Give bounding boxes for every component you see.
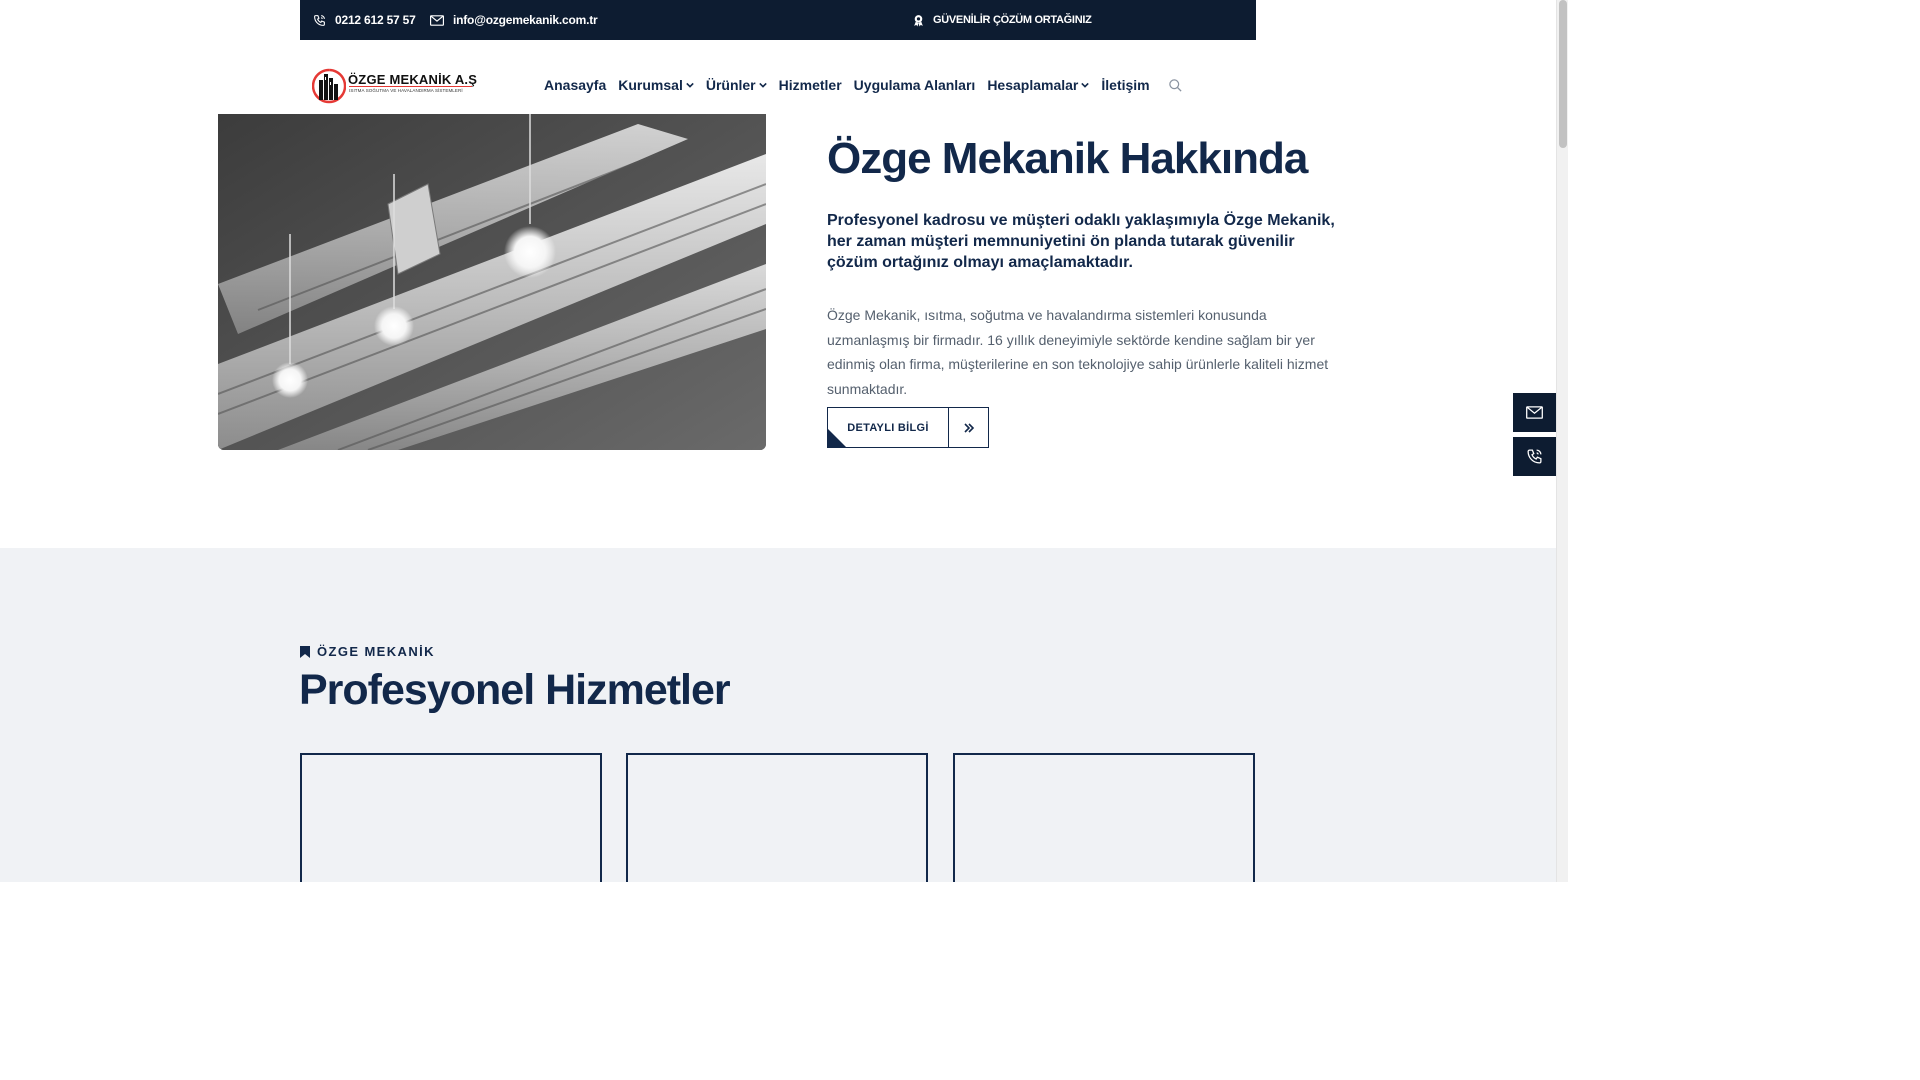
- ceiling-ducts-illustration: [218, 114, 766, 450]
- about-body: Özge Mekanik, ısıtma, soğutma ve havalan…: [827, 307, 1329, 397]
- mail-icon: [430, 14, 444, 26]
- logo-subtitle: ISITMA SOĞUTMA VE HAVALANDIRMA SİSTEMLER…: [349, 88, 463, 93]
- search-icon: [1168, 78, 1182, 92]
- about-image: [218, 114, 766, 450]
- top-bar: 0212 612 57 57 info@ozgemekanik.com.tr G…: [300, 0, 1256, 40]
- services-title: Profesyonel Hizmetler: [299, 666, 731, 714]
- phone-icon: [314, 14, 325, 26]
- nav-item-label: Hizmetler: [778, 77, 842, 93]
- nav-item-iletisim[interactable]: İletişim: [1101, 77, 1149, 93]
- search-button[interactable]: [1168, 78, 1183, 93]
- services-kicker-text: ÖZGE MEKANİK: [317, 644, 435, 659]
- button-corner-accent: [828, 429, 846, 447]
- services-kicker: ÖZGE MEKANİK: [300, 644, 435, 659]
- chevron-down-icon: [686, 82, 694, 88]
- topbar-email-link[interactable]: info@ozgemekanik.com.tr: [430, 0, 598, 40]
- chevron-down-icon: [1081, 82, 1090, 88]
- page: 0212 612 57 57 info@ozgemekanik.com.tr G…: [0, 0, 1568, 882]
- floating-mail-button[interactable]: [1513, 393, 1556, 432]
- nav-item-label: Kurumsal: [618, 77, 683, 93]
- nav-item-label: İletişim: [1101, 77, 1150, 93]
- tagline-text: GÜVENİLİR ÇÖZÜM ORTAĞINIZ: [933, 14, 1092, 26]
- detail-info-button[interactable]: DETAYLI BİLGİ: [827, 407, 989, 448]
- logo-rule: [349, 86, 472, 87]
- topbar-phone-text: 0212 612 57 57: [335, 13, 416, 27]
- floating-phone-button[interactable]: [1513, 437, 1556, 476]
- service-card[interactable]: [953, 753, 1255, 882]
- detail-info-label: DETAYLI BİLGİ: [847, 421, 929, 434]
- bookmark-icon: [300, 645, 310, 658]
- logo-mark-icon: [312, 68, 346, 104]
- nav-item-hizmetler[interactable]: Hizmetler: [779, 77, 842, 93]
- award-icon: [914, 14, 923, 26]
- topbar-email-text: info@ozgemekanik.com.tr: [453, 13, 598, 27]
- about-lead: Profesyonel kadrosu ve müşteri odaklı ya…: [827, 212, 1335, 271]
- nav-item-label: Anasayfa: [544, 77, 607, 93]
- chevron-down-icon: [758, 82, 767, 88]
- nav-item-anasayfa[interactable]: Anasayfa: [544, 77, 606, 93]
- mail-icon: [1526, 406, 1543, 419]
- phone-icon: [1527, 449, 1542, 464]
- topbar-tagline: GÜVENİLİR ÇÖZÜM ORTAĞINIZ: [912, 0, 1092, 40]
- nav-item-hesaplamalar[interactable]: Hesaplamalar: [987, 77, 1090, 93]
- logo-brand: ÖZGE MEKANİK A.Ş: [348, 72, 478, 87]
- double-chevron-right-icon: [948, 408, 988, 447]
- nav-item-label: Uygulama Alanları: [853, 77, 976, 93]
- nav-item-label: Hesaplamalar: [987, 77, 1079, 93]
- site-logo[interactable]: ÖZGE MEKANİK A.Ş ISITMA SOĞUTMA VE HAVAL…: [312, 68, 478, 104]
- about-title: Özge Mekanik Hakkında: [827, 134, 1308, 183]
- topbar-phone-link[interactable]: 0212 612 57 57: [313, 0, 416, 40]
- nav-item-label: Ürünler: [705, 77, 756, 93]
- service-card[interactable]: [626, 753, 928, 882]
- scrollbar-thumb[interactable]: [1559, 0, 1567, 148]
- page-scrollbar[interactable]: [1556, 0, 1568, 882]
- nav-item-urunler[interactable]: Ürünler: [706, 77, 767, 93]
- nav-item-uygulama-alanlari[interactable]: Uygulama Alanları: [854, 77, 976, 93]
- service-card[interactable]: [300, 753, 602, 882]
- nav-item-kurumsal[interactable]: Kurumsal: [618, 77, 694, 93]
- services-section: ÖZGE MEKANİK Profesyonel Hizmetler: [0, 548, 1556, 882]
